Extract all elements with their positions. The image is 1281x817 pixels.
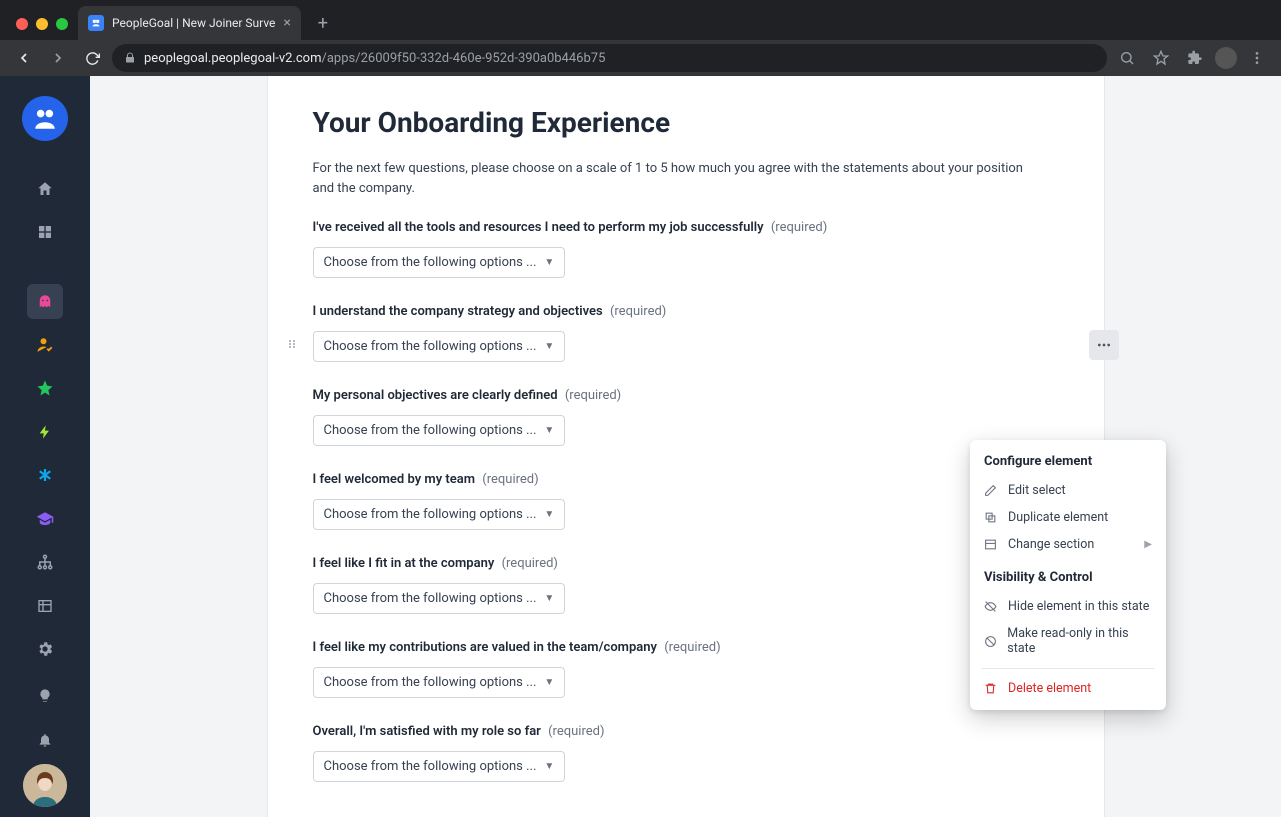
context-menu: Configure element Edit select Duplicate …	[970, 440, 1166, 710]
element-more-button[interactable]	[1089, 330, 1119, 360]
question-label: My personal objectives are clearly defin…	[313, 388, 1059, 403]
sidebar-table-icon[interactable]	[27, 588, 63, 623]
chevron-down-icon: ▼	[544, 509, 554, 520]
tab-favicon	[88, 15, 104, 31]
app-viewport: Your Onboarding Experience For the next …	[0, 76, 1281, 817]
bookmark-icon[interactable]	[1147, 44, 1175, 72]
sidebar-settings-icon[interactable]	[27, 631, 63, 666]
sidebar-lightbulb-icon[interactable]	[27, 679, 63, 714]
trash-icon	[984, 682, 998, 695]
chevron-right-icon: ▶	[1144, 539, 1152, 550]
chevron-down-icon: ▼	[544, 677, 554, 688]
menu-read-only[interactable]: Make read-only in this state	[970, 620, 1166, 662]
sidebar-asterisk-icon[interactable]	[27, 458, 63, 493]
sidebar	[0, 76, 90, 817]
sidebar-apps-icon[interactable]	[27, 215, 63, 250]
minimize-window[interactable]	[36, 18, 48, 30]
zoom-icon[interactable]	[1113, 44, 1141, 72]
chevron-down-icon: ▼	[544, 593, 554, 604]
sidebar-home-icon[interactable]	[27, 171, 63, 206]
app-logo[interactable]	[22, 96, 68, 141]
select-placeholder: Choose from the following options ...	[324, 423, 537, 438]
question-label: I feel like my contributions are valued …	[313, 640, 1059, 655]
url-text: peoplegoal.peoplegoal-v2.com/apps/26009f…	[144, 51, 605, 66]
question-6: I feel like my contributions are valued …	[313, 640, 1059, 698]
pencil-icon	[984, 484, 998, 497]
answer-select[interactable]: Choose from the following options ... ▼	[313, 667, 566, 698]
new-tab-button[interactable]: +	[309, 9, 337, 37]
menu-edit-select[interactable]: Edit select	[970, 477, 1166, 504]
answer-select[interactable]: Choose from the following options ... ▼	[313, 499, 566, 530]
question-3: My personal objectives are clearly defin…	[313, 388, 1059, 446]
question-7: Overall, I'm satisfied with my role so f…	[313, 724, 1059, 782]
select-placeholder: Choose from the following options ...	[324, 507, 537, 522]
profile-avatar-icon[interactable]	[1215, 47, 1237, 69]
extensions-icon[interactable]	[1181, 44, 1209, 72]
sidebar-person-check-icon[interactable]	[27, 327, 63, 362]
browser-chrome: PeopleGoal | New Joiner Surve × + people…	[0, 0, 1281, 76]
answer-select[interactable]: Choose from the following options ... ▼	[313, 331, 566, 362]
sidebar-org-icon[interactable]	[27, 544, 63, 579]
answer-select[interactable]: Choose from the following options ... ▼	[313, 247, 566, 278]
question-label: I feel welcomed by my team (required)	[313, 472, 1059, 487]
select-placeholder: Choose from the following options ...	[324, 675, 537, 690]
menu-change-section[interactable]: Change section ▶	[970, 531, 1166, 558]
section-icon	[984, 538, 998, 551]
user-avatar[interactable]	[23, 764, 67, 807]
browser-tab[interactable]: PeopleGoal | New Joiner Surve ×	[78, 6, 301, 40]
question-label: I've received all the tools and resource…	[313, 220, 1059, 235]
maximize-window[interactable]	[56, 18, 68, 30]
close-window[interactable]	[16, 18, 28, 30]
tab-title: PeopleGoal | New Joiner Surve	[112, 16, 275, 30]
menu-delete-element[interactable]: Delete element	[970, 675, 1166, 702]
browser-menu-icon[interactable]	[1243, 44, 1271, 72]
select-placeholder: Choose from the following options ...	[324, 759, 537, 774]
question-label: I understand the company strategy and ob…	[313, 304, 1059, 319]
eye-off-icon	[984, 600, 998, 613]
page-title: Your Onboarding Experience	[313, 106, 1059, 139]
back-button[interactable]	[10, 44, 38, 72]
duplicate-icon	[984, 511, 998, 524]
sidebar-ghost-icon[interactable]	[27, 284, 63, 319]
menu-section-title: Configure element	[970, 452, 1166, 477]
sidebar-graduation-icon[interactable]	[27, 501, 63, 536]
lock-icon	[124, 52, 136, 64]
sidebar-bell-icon[interactable]	[27, 722, 63, 757]
question-5: I feel like I fit in at the company (req…	[313, 556, 1059, 614]
chevron-down-icon: ▼	[544, 425, 554, 436]
address-bar[interactable]: peoplegoal.peoplegoal-v2.com/apps/26009f…	[112, 44, 1107, 72]
select-placeholder: Choose from the following options ...	[324, 255, 537, 270]
select-placeholder: Choose from the following options ...	[324, 339, 537, 354]
tab-strip: PeopleGoal | New Joiner Surve × +	[0, 0, 1281, 40]
chevron-down-icon: ▼	[544, 761, 554, 772]
chevron-down-icon: ▼	[544, 341, 554, 352]
select-placeholder: Choose from the following options ...	[324, 591, 537, 606]
reload-button[interactable]	[78, 44, 106, 72]
intro-text: For the next few questions, please choos…	[313, 159, 1043, 198]
question-label: I feel like I fit in at the company (req…	[313, 556, 1059, 571]
sidebar-star-icon[interactable]	[27, 371, 63, 406]
toolbar-right	[1113, 44, 1271, 72]
menu-duplicate[interactable]: Duplicate element	[970, 504, 1166, 531]
question-2: I understand the company strategy and ob…	[313, 304, 1059, 362]
chevron-down-icon: ▼	[544, 257, 554, 268]
forward-button[interactable]	[44, 44, 72, 72]
drag-handle-icon[interactable]	[289, 340, 295, 348]
dots-horizontal-icon	[1096, 337, 1112, 353]
tab-close-icon[interactable]: ×	[283, 16, 290, 30]
sidebar-bolt-icon[interactable]	[27, 414, 63, 449]
window-controls	[10, 18, 78, 40]
menu-section-title-2: Visibility & Control	[970, 558, 1166, 593]
question-1: I've received all the tools and resource…	[313, 220, 1059, 278]
answer-select[interactable]: Choose from the following options ... ▼	[313, 751, 566, 782]
question-4: I feel welcomed by my team (required) Ch…	[313, 472, 1059, 530]
answer-select[interactable]: Choose from the following options ... ▼	[313, 415, 566, 446]
answer-select[interactable]: Choose from the following options ... ▼	[313, 583, 566, 614]
menu-hide-element[interactable]: Hide element in this state	[970, 593, 1166, 620]
browser-toolbar: peoplegoal.peoplegoal-v2.com/apps/26009f…	[0, 40, 1281, 76]
prohibit-icon	[984, 635, 997, 648]
question-label: Overall, I'm satisfied with my role so f…	[313, 724, 1059, 739]
